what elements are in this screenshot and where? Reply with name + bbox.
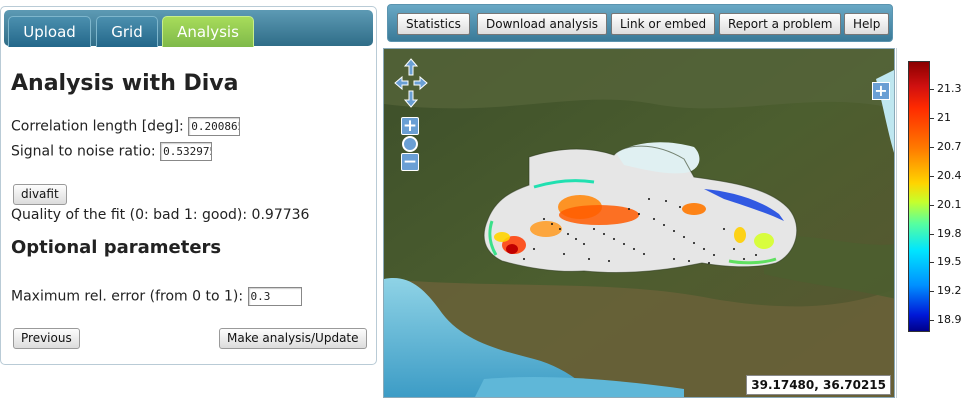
signal-noise-row: Signal to noise ratio: 0.532975 xyxy=(11,142,213,161)
steppe-area xyxy=(384,49,894,109)
legend-tick-mark xyxy=(930,262,934,264)
legend-tick-label: 21.3 xyxy=(937,82,962,95)
help-button[interactable]: Help xyxy=(844,13,890,35)
statistics-button[interactable]: Statistics xyxy=(397,13,470,35)
report-problem-button[interactable]: Report a problem xyxy=(719,13,842,35)
legend-tick-label: 21 xyxy=(937,110,951,124)
color-legend: 21.3 21 20.7 20.4 20.1 19.8 19.5 19.2 18.9 xyxy=(896,48,967,398)
download-analysis-button[interactable]: Download analysis xyxy=(477,13,608,35)
legend-tick-mark xyxy=(930,320,934,322)
map-view[interactable]: + − + 39.17480, 36.70215 xyxy=(383,48,895,398)
tab-upload[interactable]: Upload xyxy=(8,16,91,47)
legend-tick-mark xyxy=(930,117,934,119)
layer-switcher-button[interactable]: + xyxy=(872,82,890,100)
zoom-out-button[interactable]: − xyxy=(401,153,419,171)
colorbar xyxy=(908,61,930,332)
mouse-coordinates: 39.17480, 36.70215 xyxy=(746,375,891,395)
max-rel-error-row: Maximum rel. error (from 0 to 1): 0.3 xyxy=(11,287,302,306)
optional-parameters-heading: Optional parameters xyxy=(11,237,222,258)
legend-tick-label: 20.7 xyxy=(937,139,962,153)
signal-noise-input[interactable]: 0.532975 xyxy=(160,142,213,161)
link-embed-button[interactable]: Link or embed xyxy=(611,13,716,35)
legend-tick-mark xyxy=(930,175,934,177)
legend-tick-label: 20.4 xyxy=(937,168,962,182)
legend-tick-mark xyxy=(930,89,934,90)
legend-tick-mark xyxy=(930,146,934,148)
analysis-panel: Upload Grid Analysis Analysis with Diva … xyxy=(0,6,377,365)
previous-button[interactable]: Previous xyxy=(13,328,80,349)
divafit-button[interactable]: divafit xyxy=(13,184,67,205)
legend-tick-mark xyxy=(930,233,934,235)
map-canvas[interactable] xyxy=(384,49,895,398)
legend-tick-label: 19.2 xyxy=(937,284,962,298)
correlation-length-row: Correlation length [deg]: 0.200865 xyxy=(11,117,241,136)
correlation-length-input[interactable]: 0.200865 xyxy=(188,117,241,136)
max-rel-error-input[interactable]: 0.3 xyxy=(247,287,302,306)
legend-tick-mark xyxy=(930,291,934,293)
map-toolbar: Statistics Download analysis Link or emb… xyxy=(387,4,893,42)
zoom-in-button[interactable]: + xyxy=(401,117,419,135)
legend-tick-label: 20.1 xyxy=(937,197,962,211)
make-analysis-button[interactable]: Make analysis/Update xyxy=(219,328,367,349)
legend-tick-mark xyxy=(930,204,934,206)
fit-quality-text: Quality of the fit (0: bad 1: good): 0.9… xyxy=(11,207,310,223)
zoom-slider-icon[interactable] xyxy=(402,136,418,152)
legend-tick-label: 19.8 xyxy=(937,226,962,240)
legend-tick-label: 18.9 xyxy=(937,313,962,327)
tab-bar: Upload Grid Analysis xyxy=(4,10,373,47)
correlation-length-label: Correlation length [deg]: xyxy=(11,118,184,135)
tab-analysis[interactable]: Analysis xyxy=(162,16,254,47)
tab-grid[interactable]: Grid xyxy=(96,16,158,47)
signal-noise-label: Signal to noise ratio: xyxy=(11,143,156,160)
legend-tick-label: 19.5 xyxy=(937,255,962,269)
max-rel-error-label: Maximum rel. error (from 0 to 1): xyxy=(11,288,244,305)
page-title: Analysis with Diva xyxy=(11,71,239,96)
pan-arrows-icon[interactable] xyxy=(393,57,429,109)
